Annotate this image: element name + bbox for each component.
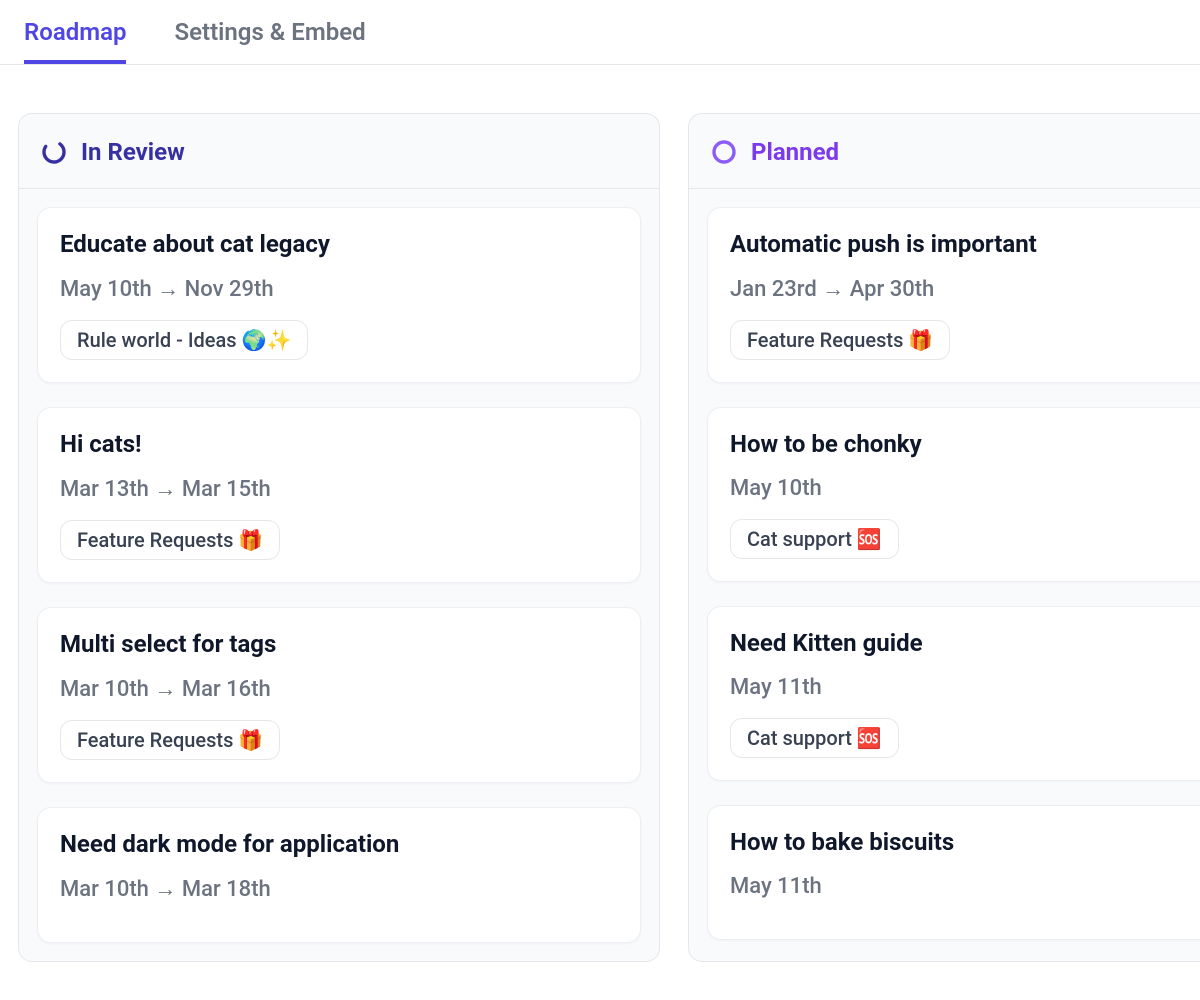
roadmap-card[interactable]: Need Kitten guide May 11th Cat support 🆘 [707, 606, 1200, 781]
card-date-range: May 10th [730, 476, 1200, 501]
in-review-icon [41, 139, 67, 165]
card-date-range: Mar 13th → Mar 15th [60, 476, 618, 502]
tab-bar: Roadmap Settings & Embed [0, 0, 1200, 65]
card-tags: Cat support 🆘 [730, 519, 1200, 559]
card-title: Automatic push is important [730, 230, 1200, 258]
roadmap-card[interactable]: Hi cats! Mar 13th → Mar 15th Feature Req… [37, 407, 641, 583]
column-header-in-review: In Review [19, 114, 659, 189]
planned-icon [711, 139, 737, 165]
column-in-review: In Review Educate about cat legacy May 1… [18, 113, 660, 962]
roadmap-card[interactable]: Educate about cat legacy May 10th → Nov … [37, 207, 641, 383]
tag-pill[interactable]: Cat support 🆘 [730, 718, 899, 758]
column-header-planned: Planned [689, 114, 1200, 189]
tag-pill[interactable]: Feature Requests 🎁 [730, 320, 950, 360]
column-title-in-review: In Review [81, 138, 185, 166]
roadmap-card[interactable]: How to be chonky May 10th Cat support 🆘 [707, 407, 1200, 582]
tab-roadmap[interactable]: Roadmap [24, 18, 126, 64]
card-tags: Feature Requests 🎁 [730, 320, 1200, 360]
card-title: Hi cats! [60, 430, 618, 458]
card-tags: Cat support 🆘 [730, 718, 1200, 758]
roadmap-board: In Review Educate about cat legacy May 1… [0, 65, 1200, 980]
card-title: How to be chonky [730, 430, 1200, 458]
roadmap-card[interactable]: Multi select for tags Mar 10th → Mar 16t… [37, 607, 641, 783]
tag-pill[interactable]: Cat support 🆘 [730, 519, 899, 559]
tag-pill[interactable]: Rule world - Ideas 🌍✨ [60, 320, 308, 360]
roadmap-card[interactable]: How to bake biscuits May 11th [707, 805, 1200, 940]
tag-pill[interactable]: Feature Requests 🎁 [60, 520, 280, 560]
tab-settings-embed[interactable]: Settings & Embed [174, 18, 365, 64]
card-date-range: May 10th → Nov 29th [60, 276, 618, 302]
card-tags: Feature Requests 🎁 [60, 720, 618, 760]
card-title: Need dark mode for application [60, 830, 618, 858]
card-title: Educate about cat legacy [60, 230, 618, 258]
roadmap-card[interactable]: Need dark mode for application Mar 10th … [37, 807, 641, 943]
roadmap-card[interactable]: Automatic push is important Jan 23rd → A… [707, 207, 1200, 383]
card-tags: Feature Requests 🎁 [60, 520, 618, 560]
card-title: Need Kitten guide [730, 629, 1200, 657]
card-date-range: Mar 10th → Mar 18th [60, 876, 618, 902]
column-planned: Planned Automatic push is important Jan … [688, 113, 1200, 962]
card-date-range: Jan 23rd → Apr 30th [730, 276, 1200, 302]
tag-pill[interactable]: Feature Requests 🎁 [60, 720, 280, 760]
card-date-range: Mar 10th → Mar 16th [60, 676, 618, 702]
card-date-range: May 11th [730, 675, 1200, 700]
column-cards-planned: Automatic push is important Jan 23rd → A… [689, 189, 1200, 958]
card-title: How to bake biscuits [730, 828, 1200, 856]
column-title-planned: Planned [751, 138, 839, 166]
card-title: Multi select for tags [60, 630, 618, 658]
column-cards-in-review: Educate about cat legacy May 10th → Nov … [19, 189, 659, 961]
card-tags: Rule world - Ideas 🌍✨ [60, 320, 618, 360]
card-date-range: May 11th [730, 874, 1200, 899]
